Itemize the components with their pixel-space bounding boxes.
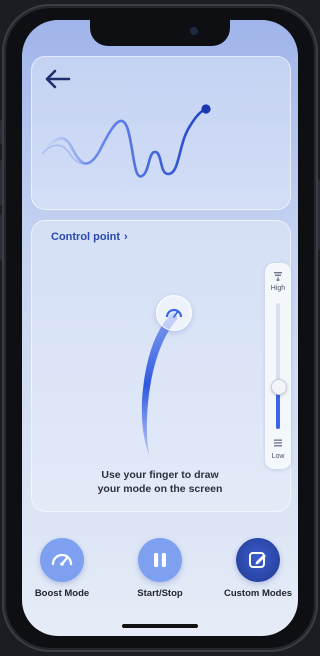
phone-notch [90, 20, 230, 46]
front-camera [190, 27, 198, 35]
phone-frame: Control point › High Low Use your finger… [4, 6, 316, 650]
slider-low-label: Low [271, 453, 285, 460]
intensity-slider[interactable]: High Low [265, 263, 291, 469]
chevron-right-icon: › [124, 231, 128, 243]
instruction-line-2: your mode on the screen [97, 483, 223, 495]
control-point-label: Control point [51, 231, 121, 243]
waveform-graph [42, 104, 211, 178]
slider-thumb[interactable] [271, 379, 287, 396]
custom-modes-label: Custom Modes [223, 588, 293, 599]
control-point-handle[interactable] [156, 295, 192, 331]
phone-power-button [316, 180, 320, 250]
high-intensity-icon [274, 272, 282, 281]
slider-high-label: High [270, 285, 286, 292]
low-intensity-icon [274, 439, 282, 447]
instruction-text: Use your finger to draw your mode on the… [60, 468, 260, 496]
speedometer-icon [51, 553, 73, 566]
boost-mode-icon-button[interactable] [40, 538, 84, 582]
app-screen: Control point › High Low Use your finger… [22, 20, 298, 636]
control-point-link[interactable]: Control point › [51, 231, 128, 243]
start-stop-icon-button[interactable] [138, 538, 182, 582]
start-stop-button[interactable]: Start/Stop [120, 538, 200, 599]
home-indicator[interactable] [122, 624, 198, 628]
boost-mode-label: Boost Mode [34, 588, 90, 599]
custom-modes-button[interactable]: Custom Modes [218, 538, 298, 599]
custom-modes-icon-button[interactable] [236, 538, 280, 582]
edit-icon [249, 552, 266, 568]
boost-mode-button[interactable]: Boost Mode [22, 538, 102, 599]
waveform-endpoint [201, 104, 211, 114]
instruction-line-1: Use your finger to draw [101, 469, 219, 481]
speedometer-icon [165, 308, 183, 318]
pause-icon [154, 553, 166, 567]
arrow-left-icon[interactable] [42, 68, 72, 90]
start-stop-label: Start/Stop [137, 588, 183, 599]
